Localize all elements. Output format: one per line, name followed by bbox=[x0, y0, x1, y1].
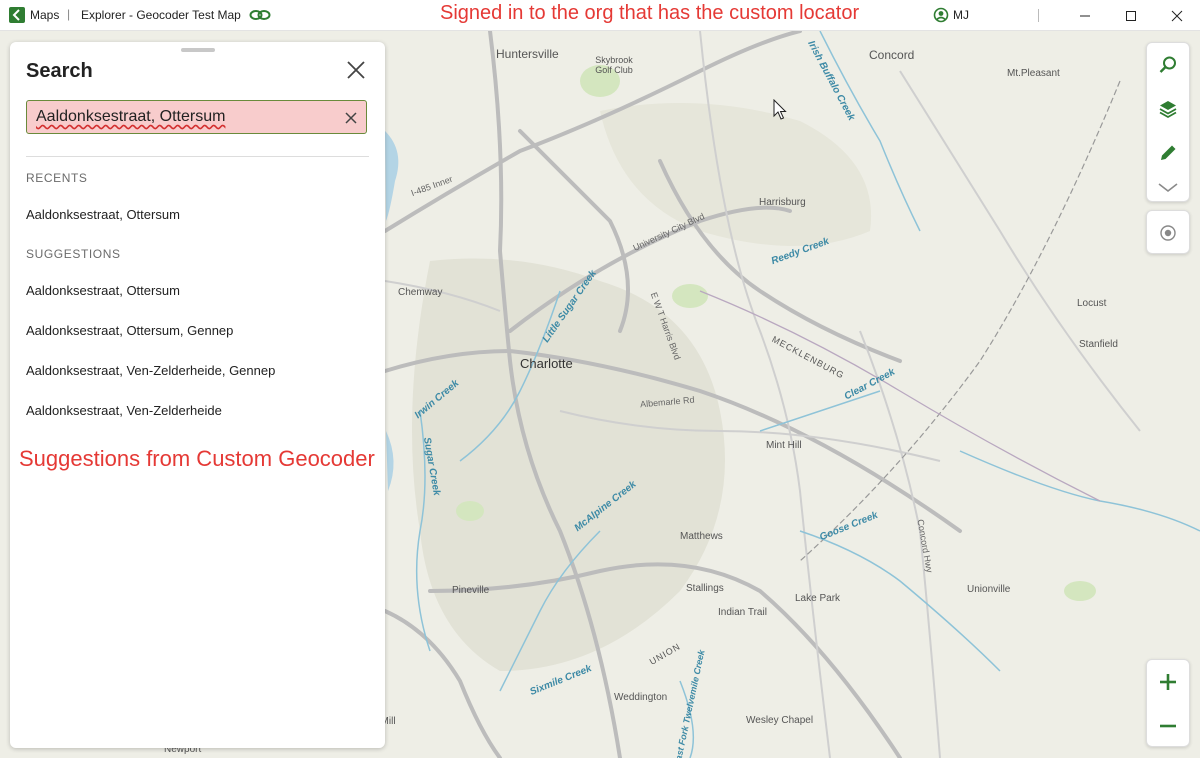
suggestion-item[interactable]: Aaldonksestraat, Ottersum, Gennep bbox=[26, 323, 233, 338]
title-bar: Maps | Explorer - Geocoder Test Map Sign… bbox=[0, 0, 1200, 31]
panel-title: Search bbox=[26, 60, 93, 82]
recent-item[interactable]: Aaldonksestraat, Ottersum bbox=[26, 207, 180, 222]
clear-icon bbox=[345, 112, 357, 124]
app-name: Maps bbox=[30, 8, 60, 22]
maximize-icon bbox=[1126, 10, 1136, 21]
label-locust: Locust bbox=[1077, 298, 1107, 309]
label-huntersville: Huntersville bbox=[496, 47, 559, 61]
map-toolbar bbox=[1146, 42, 1190, 202]
zoom-toolbar bbox=[1146, 659, 1190, 747]
plus-icon bbox=[1160, 674, 1176, 690]
layers-tool-button[interactable] bbox=[1147, 87, 1189, 131]
map-title: Explorer - Geocoder Test Map bbox=[81, 8, 241, 22]
label-skybrook: Skybrook Golf Club bbox=[595, 55, 633, 75]
clear-search-button[interactable] bbox=[343, 110, 359, 126]
label-matthews: Matthews bbox=[680, 531, 723, 542]
titlebar-divider bbox=[1038, 9, 1039, 22]
mouse-cursor bbox=[773, 99, 787, 120]
suggestion-item[interactable]: Aaldonksestraat, Ven-Zelderheide bbox=[26, 403, 222, 418]
minus-icon bbox=[1160, 724, 1176, 728]
markup-tool-button[interactable] bbox=[1147, 131, 1189, 175]
search-icon bbox=[1159, 56, 1176, 73]
close-icon bbox=[347, 61, 365, 79]
label-charlotte: Charlotte bbox=[520, 356, 573, 371]
user-initials[interactable]: MJ bbox=[953, 8, 969, 22]
minimize-button[interactable] bbox=[1062, 0, 1108, 31]
label-unionville: Unionville bbox=[967, 584, 1011, 595]
minimize-icon bbox=[1080, 15, 1090, 16]
panel-drag-handle[interactable] bbox=[181, 48, 215, 52]
link-icon[interactable] bbox=[249, 6, 271, 24]
search-input[interactable]: Aaldonksestraat, Ottersum bbox=[36, 108, 326, 128]
chevron-down-icon bbox=[1158, 183, 1178, 193]
locate-icon bbox=[1160, 225, 1176, 241]
close-icon bbox=[1171, 10, 1183, 21]
label-weddington: Weddington bbox=[614, 692, 668, 703]
user-icon[interactable] bbox=[933, 7, 949, 23]
close-window-button[interactable] bbox=[1154, 0, 1200, 31]
label-concord: Concord bbox=[869, 48, 915, 62]
zoom-out-button[interactable] bbox=[1147, 704, 1189, 748]
close-panel-button[interactable] bbox=[345, 59, 367, 81]
signin-annotation: Signed in to the org that has the custom… bbox=[440, 2, 860, 24]
suggestion-item[interactable]: Aaldonksestraat, Ven-Zelderheide, Gennep bbox=[26, 363, 275, 378]
maximize-button[interactable] bbox=[1108, 0, 1154, 31]
suggestion-item[interactable]: Aaldonksestraat, Ottersum bbox=[26, 283, 180, 298]
label-harrisburg: Harrisburg bbox=[759, 197, 806, 208]
search-box[interactable]: Aaldonksestraat, Ottersum bbox=[26, 100, 367, 134]
recents-heading: RECENTS bbox=[26, 171, 88, 185]
locate-button[interactable] bbox=[1147, 211, 1189, 255]
label-wesleychapel: Wesley Chapel bbox=[746, 715, 814, 726]
divider bbox=[26, 156, 369, 157]
suggestions-heading: SUGGESTIONS bbox=[26, 247, 121, 261]
back-button[interactable] bbox=[9, 7, 25, 23]
label-pineville: Pineville bbox=[452, 585, 490, 596]
label-minthill: Mint Hill bbox=[766, 440, 802, 451]
expand-toolbar-button[interactable] bbox=[1147, 175, 1189, 201]
label-stallings: Stallings bbox=[686, 583, 724, 594]
layers-icon bbox=[1159, 101, 1177, 119]
back-arrow-icon bbox=[12, 9, 20, 21]
label-indiantrail: Indian Trail bbox=[718, 607, 767, 618]
locate-toolbar bbox=[1146, 210, 1190, 254]
search-tool-button[interactable] bbox=[1147, 43, 1189, 87]
label-chemway: Chemway bbox=[398, 287, 443, 298]
suggestions-annotation: Suggestions from Custom Geocoder bbox=[19, 446, 375, 471]
pencil-icon bbox=[1161, 145, 1176, 160]
label-lakepark: Lake Park bbox=[795, 593, 841, 604]
title-separator: | bbox=[67, 7, 71, 21]
label-mtpleasant: Mt.Pleasant bbox=[1007, 68, 1060, 79]
search-panel: Search Aaldonksestraat, Ottersum RECENTS… bbox=[10, 42, 385, 748]
label-stanfield: Stanfield bbox=[1079, 339, 1118, 350]
zoom-in-button[interactable] bbox=[1147, 660, 1189, 704]
